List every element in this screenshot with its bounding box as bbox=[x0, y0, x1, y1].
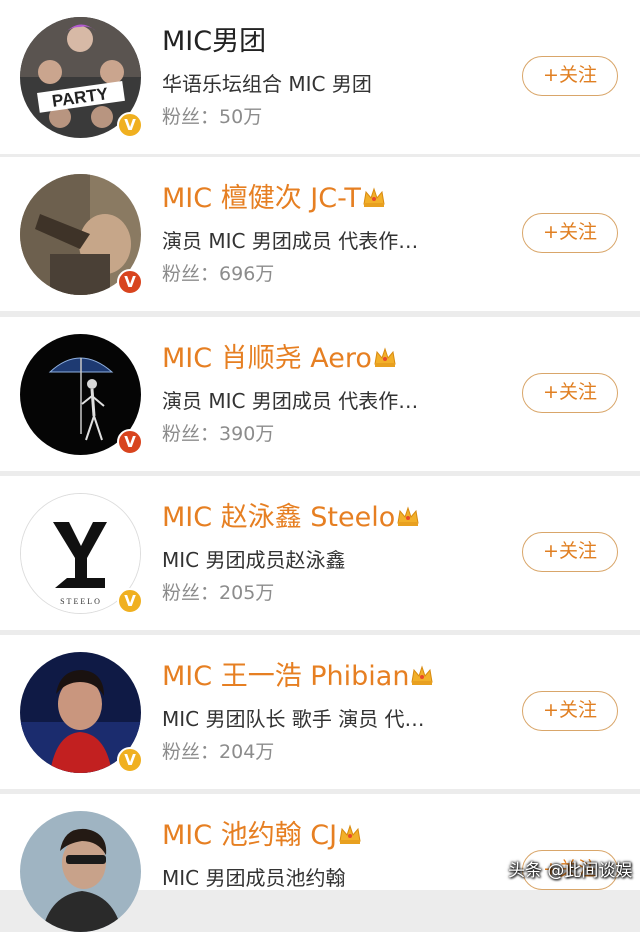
user-desc: MIC 男团队长 歌手 演员 代… bbox=[162, 707, 425, 731]
follow-button[interactable]: +关注 bbox=[522, 532, 618, 572]
list-item[interactable]: V MIC 王一浩 Phibian MIC 男团队长 歌手 演员 代… 粉丝：2… bbox=[0, 635, 640, 789]
fans-value: 205万 bbox=[219, 582, 275, 604]
follow-button[interactable]: +关注 bbox=[522, 691, 618, 731]
user-desc: 演员 MIC 男团成员 代表作… bbox=[162, 229, 419, 253]
user-desc: 华语乐坛组合 MIC 男团 bbox=[162, 72, 372, 96]
user-name-text: MIC 王一浩 Phibian bbox=[162, 661, 410, 692]
fans-label: 粉丝： bbox=[162, 582, 220, 604]
crown-icon bbox=[396, 501, 420, 537]
fans-value: 390万 bbox=[219, 423, 275, 445]
fans-count: 粉丝：204万 bbox=[162, 737, 274, 767]
user-name[interactable]: MIC 赵泳鑫 Steelo bbox=[162, 500, 420, 537]
verified-badge: V bbox=[117, 112, 143, 138]
verified-badge: V bbox=[117, 747, 143, 773]
user-name[interactable]: MIC 池约翰 CJ bbox=[162, 818, 362, 855]
user-name[interactable]: MIC 王一浩 Phibian bbox=[162, 659, 434, 696]
user-name[interactable]: MIC 檀健次 JC-T bbox=[162, 181, 386, 218]
fans-value: 204万 bbox=[219, 741, 275, 763]
list-item[interactable]: STEELO V MIC 赵泳鑫 Steelo MIC 男团成员赵泳鑫 粉丝：2… bbox=[0, 476, 640, 630]
follow-button[interactable]: +关注 bbox=[522, 213, 618, 253]
watermark: 头条 @此间谈娱 bbox=[508, 861, 633, 881]
verified-badge: V bbox=[117, 588, 143, 614]
crown-icon bbox=[362, 182, 386, 218]
fans-label: 粉丝： bbox=[162, 106, 220, 128]
fans-count: 粉丝：696万 bbox=[162, 259, 274, 289]
user-name[interactable]: MIC男团 bbox=[162, 24, 266, 60]
crown-icon bbox=[338, 819, 362, 855]
user-name-text: MIC 池约翰 CJ bbox=[162, 820, 338, 851]
user-name-text: MIC 檀健次 JC-T bbox=[162, 183, 361, 214]
list-item[interactable]: PARTY V MIC男团 华语乐坛组合 MIC 男团 粉丝：50万 +关注 bbox=[0, 0, 640, 154]
user-desc: MIC 男团成员池约翰 bbox=[162, 866, 346, 890]
list-item[interactable]: V MIC 肖顺尧 Aero 演员 MIC 男团成员 代表作… 粉丝：390万 … bbox=[0, 317, 640, 471]
user-name-text: MIC 肖顺尧 Aero bbox=[162, 343, 372, 374]
fans-label: 粉丝： bbox=[162, 741, 220, 763]
crown-icon bbox=[373, 342, 397, 378]
user-desc: 演员 MIC 男团成员 代表作… bbox=[162, 389, 419, 413]
avatar[interactable] bbox=[20, 811, 141, 932]
fans-count: 粉丝：390万 bbox=[162, 419, 274, 449]
user-name[interactable]: MIC 肖顺尧 Aero bbox=[162, 341, 397, 378]
avatar-steelo-text: STEELO bbox=[60, 597, 102, 606]
verified-badge: V bbox=[117, 269, 143, 295]
fans-label: 粉丝： bbox=[162, 423, 220, 445]
fans-label: 粉丝： bbox=[162, 263, 220, 285]
fans-value: 696万 bbox=[219, 263, 275, 285]
fans-count: 粉丝：50万 bbox=[162, 102, 262, 132]
verified-badge: V bbox=[117, 429, 143, 455]
user-desc: MIC 男团成员赵泳鑫 bbox=[162, 548, 346, 572]
crown-icon bbox=[410, 660, 434, 696]
fans-value: 50万 bbox=[219, 106, 263, 128]
list-item[interactable]: V MIC 檀健次 JC-T 演员 MIC 男团成员 代表作… 粉丝：696万 … bbox=[0, 157, 640, 311]
follow-button[interactable]: +关注 bbox=[522, 373, 618, 413]
fans-count: 粉丝：205万 bbox=[162, 578, 274, 608]
follow-button[interactable]: +关注 bbox=[522, 56, 618, 96]
user-name-text: MIC 赵泳鑫 Steelo bbox=[162, 502, 396, 533]
